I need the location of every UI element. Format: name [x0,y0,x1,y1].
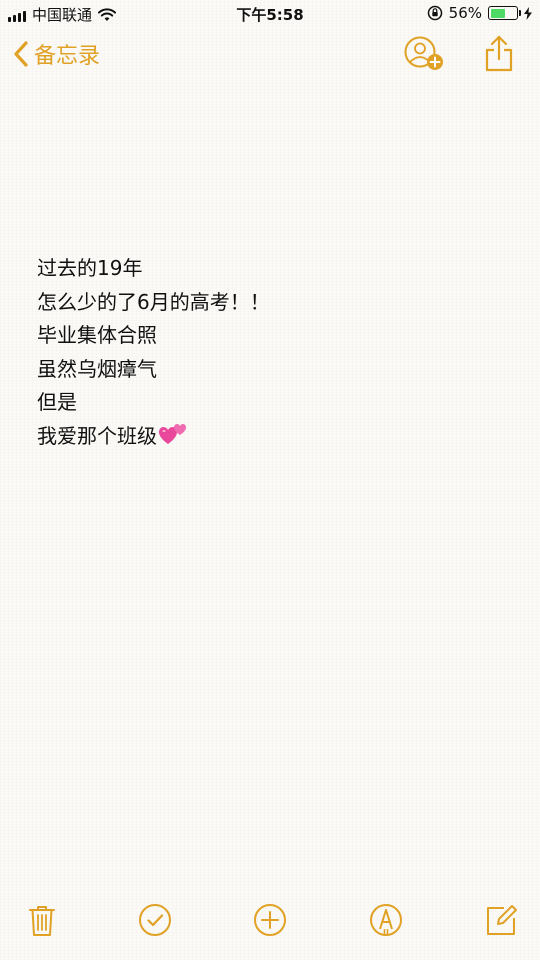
note-line-6-wrapper: 我爱那个班级 [37,420,270,454]
markup-icon[interactable] [368,902,404,938]
note-body[interactable]: 过去的19年 怎么少的了6月的高考！！ 毕业集体合照 虽然乌烟瘴气 但是 我爱那… [37,252,270,453]
status-right: 56% [427,4,532,22]
note-line-4: 虽然乌烟瘴气 [37,356,157,381]
trash-icon[interactable] [24,902,60,938]
nav-bar: 备忘录 [0,32,540,78]
note-line-3: 毕业集体合照 [37,323,157,347]
back-label: 备忘录 [34,44,101,69]
charging-icon [524,6,532,20]
status-bar: 中国联通 下午5:58 56% [0,0,540,28]
note-line-2: 怎么少的了6月的高考！！ [37,289,270,314]
note-line-6: 我爱那个班级 [37,423,157,448]
add-people-icon[interactable] [402,36,446,72]
back-button[interactable]: 备忘录 [14,38,100,70]
share-icon[interactable] [484,35,514,73]
note-line-5: 但是 [37,390,77,414]
bottom-toolbar [0,890,540,960]
battery-percent: 56% [448,4,482,22]
chevron-left-icon [14,41,28,67]
note-paper-background [0,0,540,960]
battery-icon [488,6,521,20]
orientation-lock-icon [427,5,442,21]
two-hearts-icon [159,423,186,444]
compose-icon[interactable] [484,902,520,938]
checklist-icon[interactable] [137,902,173,938]
note-line-1: 过去的19年 [37,256,143,280]
add-icon[interactable] [252,902,288,938]
battery-fill [490,8,505,18]
